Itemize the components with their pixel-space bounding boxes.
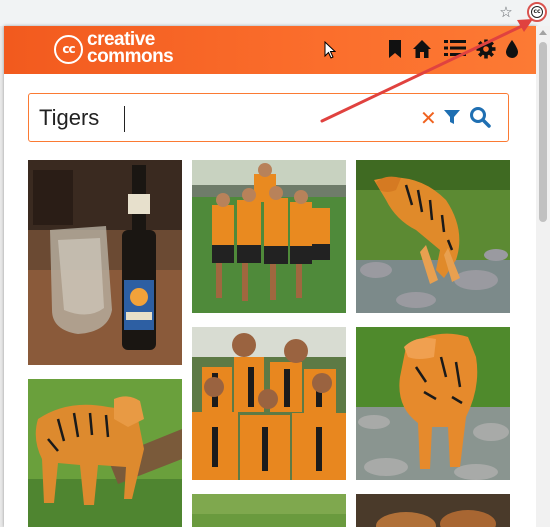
bookmark-icon[interactable] xyxy=(387,39,409,61)
photo-rugby-team-celebration[interactable] xyxy=(192,160,346,313)
search-input[interactable] xyxy=(39,103,399,133)
drop-icon[interactable] xyxy=(504,39,526,61)
list-icon[interactable] xyxy=(444,39,466,61)
home-icon[interactable] xyxy=(412,39,434,61)
filter-icon[interactable] xyxy=(443,108,461,131)
logo-wordmark: creative commons xyxy=(87,30,174,67)
scrollbar[interactable] xyxy=(536,26,550,527)
photo-tiger-standing-log[interactable] xyxy=(28,379,182,527)
browser-toolbar: ☆ cc xyxy=(0,0,550,26)
scroll-up-arrow-icon[interactable] xyxy=(539,30,547,35)
logo-cc-mark: cc xyxy=(54,35,83,64)
extension-popup: cc creativecommons ✕ xyxy=(4,26,536,527)
photo-rugby-team-huddle[interactable] xyxy=(192,327,346,480)
text-caret xyxy=(124,106,125,132)
scroll-thumb[interactable] xyxy=(539,42,547,222)
creative-commons-extension-icon[interactable]: cc xyxy=(527,2,547,22)
cc-glyph: cc xyxy=(531,6,543,18)
clear-icon[interactable]: ✕ xyxy=(420,108,437,128)
photo-tiger-walking-water[interactable] xyxy=(356,160,510,313)
photo-tiger-stepping-stream[interactable] xyxy=(356,327,510,480)
logo-line-2: commons xyxy=(87,46,174,67)
search-box: ✕ xyxy=(28,93,509,142)
photo-tiger-beer[interactable] xyxy=(28,160,182,365)
photo-tiger-cubs[interactable] xyxy=(356,494,510,527)
search-icon[interactable] xyxy=(469,106,491,133)
photo-grass-field[interactable] xyxy=(192,494,346,527)
header-bar: cc creative commons xyxy=(4,26,536,74)
mouse-cursor xyxy=(324,40,337,64)
star-icon[interactable]: ☆ xyxy=(498,4,514,20)
gear-icon[interactable] xyxy=(476,39,498,61)
